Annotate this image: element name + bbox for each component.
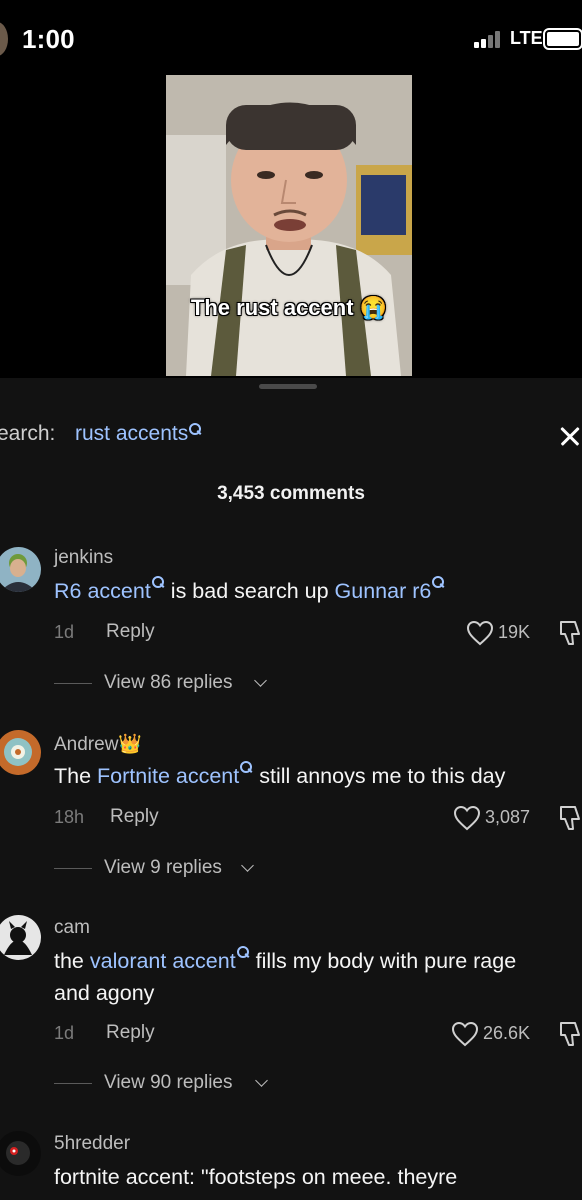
search-icon <box>151 574 165 590</box>
avatar[interactable] <box>0 915 41 960</box>
view-replies-button[interactable]: View 9 replies <box>54 857 264 881</box>
comment-username[interactable]: cam <box>54 917 90 939</box>
comment-text: fortnite accent: "footsteps on meee. the… <box>54 1165 458 1189</box>
avatar[interactable] <box>0 730 41 775</box>
avatar[interactable] <box>0 547 41 592</box>
reply-button[interactable]: Reply <box>106 1022 155 1044</box>
reply-button[interactable]: Reply <box>106 621 155 643</box>
like-count: 3,087 <box>485 807 531 827</box>
search-icon <box>240 759 253 775</box>
search-icon <box>236 944 250 960</box>
comment-time: 1d <box>54 622 75 642</box>
comment-text-line2: and agony <box>54 981 155 1005</box>
video-frame[interactable]: The rust accent 😭 <box>166 75 412 376</box>
chevron-down-icon <box>241 859 254 872</box>
search-link[interactable]: R6 accent <box>54 576 165 603</box>
view-replies-button[interactable]: View 86 replies <box>54 672 274 696</box>
heart-icon <box>453 805 481 831</box>
like-button[interactable]: 3,087 <box>453 805 543 831</box>
status-bar: 1:00 LTE <box>0 0 582 72</box>
profile-avatar-edge <box>0 22 8 56</box>
drag-handle[interactable] <box>259 384 317 389</box>
status-time: 1:00 <box>22 24 75 54</box>
comment-username[interactable]: jenkins <box>54 547 113 569</box>
comment-count: 3,453 comments <box>217 483 365 504</box>
search-suggestion-link[interactable]: rust accents <box>75 422 202 446</box>
comment-text: The Fortnite accent still annoys me to t… <box>54 760 505 792</box>
comment-text: the valorant accent fills my body with p… <box>54 945 516 977</box>
search-label: earch: <box>0 422 56 445</box>
search-link[interactable]: Gunnar r6 <box>335 576 446 603</box>
comment-text: R6 accent is bad search up Gunnar r6 <box>54 575 445 607</box>
comments-sheet: earch: rust accents 3,453 comments jenki… <box>0 378 582 1200</box>
battery-icon <box>543 28 582 50</box>
search-link[interactable]: valorant accent <box>90 946 250 973</box>
comment-time: 18h <box>54 807 85 827</box>
search-icon <box>189 421 202 437</box>
reply-button[interactable]: Reply <box>110 806 159 828</box>
chevron-down-icon <box>254 674 267 687</box>
chevron-down-icon <box>255 1074 268 1087</box>
dislike-icon[interactable] <box>557 1019 582 1049</box>
video-player[interactable]: The rust accent 😭 <box>0 72 582 378</box>
comment-username[interactable]: Andrew👑 <box>54 732 142 756</box>
like-button[interactable]: 26.6K <box>451 1021 543 1047</box>
video-caption: The rust accent 😭 <box>190 295 388 320</box>
heart-icon <box>466 620 494 646</box>
dislike-icon[interactable] <box>557 618 582 648</box>
search-icon <box>432 574 445 590</box>
avatar[interactable] <box>0 1131 41 1176</box>
close-icon[interactable] <box>556 422 582 452</box>
view-replies-button[interactable]: View 90 replies <box>54 1072 276 1096</box>
heart-icon <box>451 1021 479 1047</box>
search-link[interactable]: Fortnite accent <box>97 761 253 788</box>
like-count: 19K <box>498 622 531 642</box>
network-label: LTE <box>510 28 543 48</box>
comment-username[interactable]: 5hredder <box>54 1133 130 1155</box>
comment-time: 1d <box>54 1023 75 1043</box>
signal-icon <box>474 30 508 48</box>
video-still-image <box>166 75 412 376</box>
like-button[interactable]: 19K <box>466 620 546 646</box>
dislike-icon[interactable] <box>557 803 582 833</box>
like-count: 26.6K <box>483 1023 531 1043</box>
